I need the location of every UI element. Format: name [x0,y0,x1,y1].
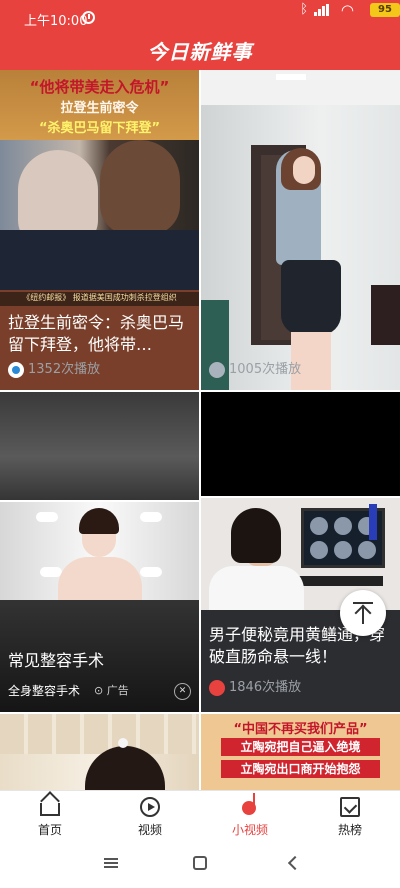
play-count-row: 1005次播放 [209,360,301,380]
author-avatar [209,361,225,378]
video-play-icon [140,797,160,817]
play-count-row: 1846次播放 [209,678,301,698]
tab-label: 小视频 [231,823,268,837]
close-ad-button[interactable]: ✕ [174,683,191,700]
ad-title[interactable]: 常见整容手术 [8,650,191,672]
thumbnail-figure [281,260,341,335]
tab-label: 热榜 [337,823,362,837]
tab-video[interactable]: 视频 [100,791,200,843]
play-count-row: 1352次播放 [8,360,100,380]
video-card[interactable]: 1005次播放 [201,70,400,390]
thumbnail-figure [231,508,281,563]
ad-label: ⊙ 广告 [94,684,129,697]
scan-image [310,541,328,559]
tab-home[interactable]: 首页 [0,791,100,843]
menu-icon[interactable] [104,858,118,868]
thumbnail-figure [100,140,180,235]
banner-subheadline: 拉登生前密令 [60,101,139,116]
video-card[interactable] [0,392,199,500]
tab-label: 视频 [137,823,162,837]
thumbnail-figure [58,557,142,600]
tab-label: 首页 [37,823,62,837]
banner-subheadline: 立陶宛把自己逼入绝境 [221,738,380,756]
arrow-head [354,604,372,622]
bluetooth-icon: ᛒ [300,2,308,17]
banner-subheadline: 立陶宛出口商开始抱怨 [221,760,380,778]
thumbnail-hair-bow [118,738,128,748]
play-count: 1005次播放 [229,362,302,377]
video-card[interactable]: “他将带美走入危机” 拉登生前密令 “杀奥巴马留下拜登” 《纽约邮报》 报道据美… [0,70,199,390]
app-header: 上午10:00 ᛒ ◠ 95 今日新鲜事 [0,0,400,70]
banner-subheadline: “杀奥巴马留下拜登” [38,121,161,136]
thumbnail-glove [36,512,58,522]
scan-image [310,517,328,535]
play-count: 1846次播放 [229,680,302,695]
ad-card[interactable]: 常见整容手术 全身整容手术 ⊙ 广告 ✕ [0,502,199,712]
tab-hot-list[interactable]: 热榜 [300,791,400,843]
thumbnail-sign [369,504,377,540]
ad-sponsor: 全身整容手术 [8,684,81,698]
home-icon [40,803,60,816]
thumbnail-headboard [0,714,199,754]
video-feed[interactable]: “他将带美走入危机” 拉登生前密令 “杀奥巴马留下拜登” 《纽约邮报》 报道据美… [0,70,400,790]
back-to-top-button[interactable] [340,590,386,636]
video-card[interactable] [201,392,400,496]
scan-image [358,541,376,559]
ad-footer: 全身整容手术 ⊙ 广告 ✕ [8,680,191,702]
home-button-icon[interactable] [193,856,207,870]
app-title: 今日新鲜事 [147,40,253,64]
video-card[interactable]: “中国不再买我们产品” 立陶宛把自己逼入绝境 立陶宛出口商开始抱怨 [201,714,400,790]
scan-image [334,517,352,535]
short-video-icon [242,793,256,815]
hot-list-icon [340,797,360,817]
wifi-icon: ◠ [340,1,354,19]
status-time: 上午10:00 [24,14,88,29]
battery-icon: 95 [370,3,400,17]
thumbnail-keyboard [299,576,383,586]
thumbnail-figure [209,566,304,610]
thumbnail-chair [371,285,400,345]
banner-headline: “中国不再买我们产品” [233,722,368,737]
system-nav-bar [0,842,400,888]
status-bar: 上午10:00 ᛒ ◠ 95 [0,0,400,36]
bottom-tab-bar: 首页 视频 小视频 热榜 [0,790,400,842]
video-title[interactable]: 拉登生前密令：杀奥巴马留下拜登，他将带… [8,312,191,356]
banner-headline: “他将带美走入危机” [29,78,170,96]
scan-image [334,541,352,559]
back-icon[interactable] [287,855,303,871]
channel-logo-icon [8,361,24,378]
tab-short-video[interactable]: 小视频 [200,791,300,843]
thumbnail-glove [40,567,62,577]
video-card[interactable] [0,714,199,790]
author-avatar [209,679,225,696]
thumbnail-light [276,74,306,80]
thumbnail-glove [140,567,162,577]
alarm-icon [82,11,95,24]
signal-icon [314,4,330,16]
thumbnail-figure [0,230,199,290]
thumbnail-figure [293,156,315,184]
thumbnail-caption: 《纽约邮报》 报道据美国成功刺杀拉登组织 [0,292,199,306]
thumbnail-glove [140,512,162,522]
ad-label-text: 广告 [106,684,129,697]
arrow-up-icon [353,602,373,624]
play-count: 1352次播放 [28,362,101,377]
